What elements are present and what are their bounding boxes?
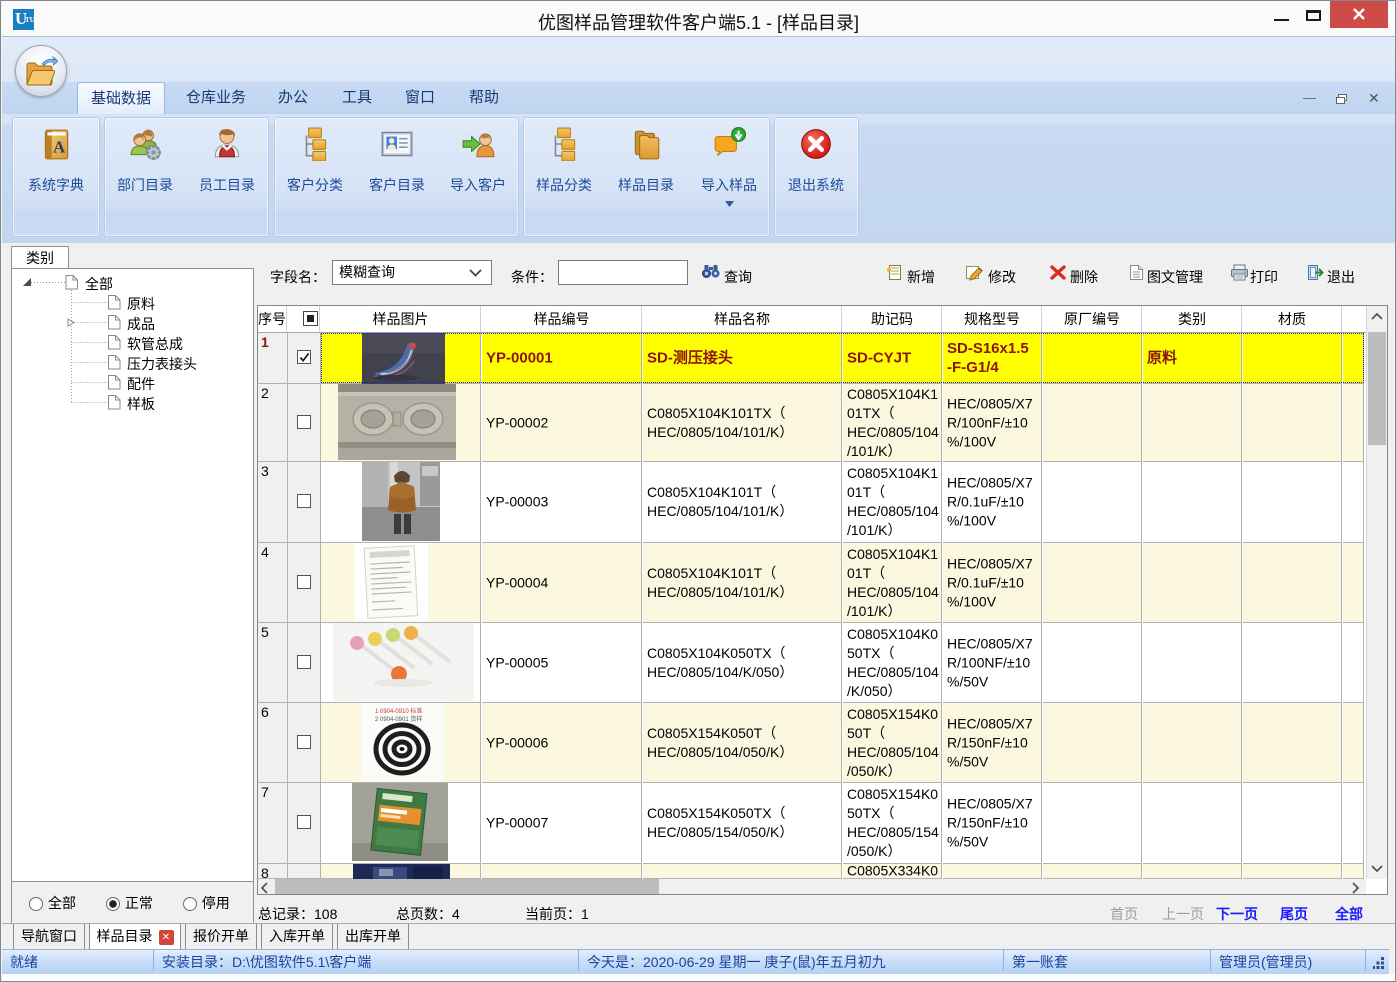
svg-text:2 0904-0901 货样: 2 0904-0901 货样	[375, 715, 422, 723]
svg-text:A: A	[53, 138, 66, 157]
svg-text:1 0904-0910 标准: 1 0904-0910 标准	[375, 707, 422, 715]
